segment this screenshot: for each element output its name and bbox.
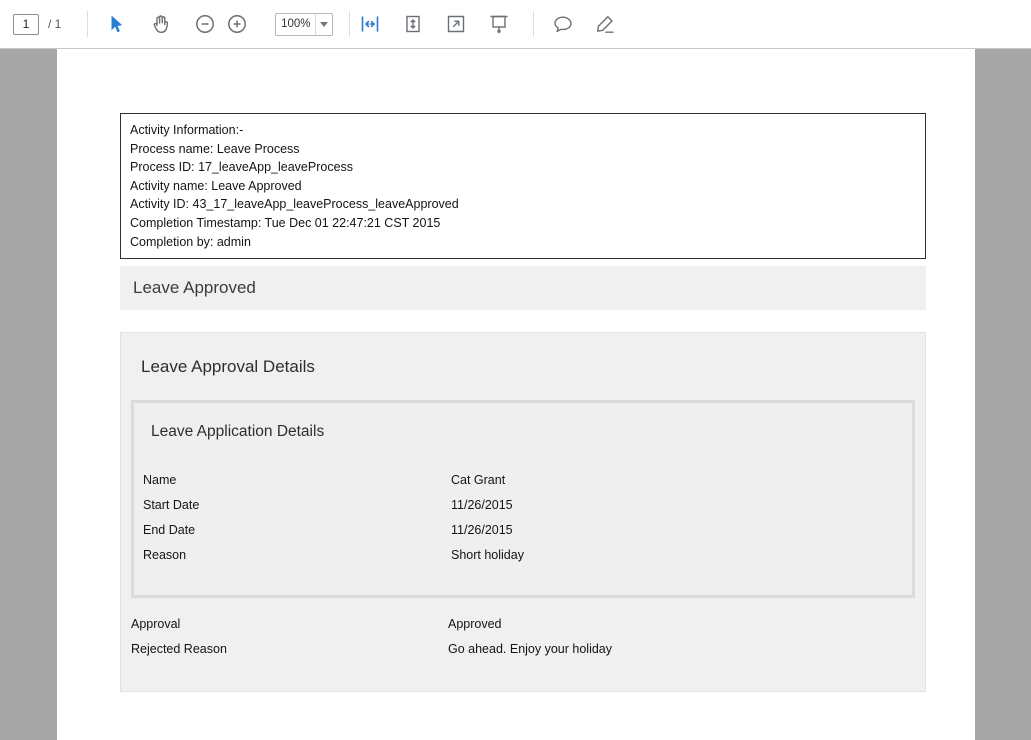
chevron-down-icon — [320, 22, 328, 27]
zoom-in-button[interactable] — [221, 8, 253, 40]
highlight-icon — [593, 12, 617, 36]
field-row: Approval Approved — [121, 611, 925, 636]
comment-icon — [551, 12, 575, 36]
field-label: Start Date — [143, 498, 451, 512]
fit-width-button[interactable] — [354, 8, 386, 40]
field-row: End Date 11/26/2015 — [134, 517, 912, 542]
viewer-toolbar: / 1 100% — [0, 0, 1031, 49]
approval-fields: Approval Approved Rejected Reason Go ahe… — [121, 611, 925, 661]
fit-height-icon — [401, 12, 425, 36]
leave-application-details-panel: Leave Application Details Name Cat Grant… — [131, 400, 915, 598]
section-heading: Leave Approved — [133, 278, 256, 298]
fit-width-icon — [358, 12, 382, 36]
field-label: Reason — [143, 548, 451, 562]
field-value: Short holiday — [451, 548, 524, 562]
field-label: End Date — [143, 523, 451, 537]
field-label: Name — [143, 473, 451, 487]
presentation-mode-icon — [487, 12, 511, 36]
presentation-mode-button[interactable] — [483, 8, 515, 40]
field-row: Start Date 11/26/2015 — [134, 492, 912, 517]
field-value: 11/26/2015 — [451, 523, 513, 537]
field-value: Cat Grant — [451, 473, 505, 487]
leave-approval-details-panel: Leave Approval Details Leave Application… — [120, 332, 926, 692]
activity-info-line: Completion Timestamp: Tue Dec 01 22:47:2… — [130, 214, 916, 233]
panel-title: Leave Approval Details — [121, 333, 925, 377]
field-row: Reason Short holiday — [134, 542, 912, 567]
toolbar-divider — [533, 11, 534, 37]
comment-button[interactable] — [547, 8, 579, 40]
zoom-level-select[interactable]: 100% — [275, 13, 333, 36]
actual-size-icon — [444, 12, 468, 36]
activity-info-line: Process ID: 17_leaveApp_leaveProcess — [130, 158, 916, 177]
toolbar-divider — [87, 11, 88, 37]
activity-info-line: Activity Information:- — [130, 121, 916, 140]
select-cursor-icon — [104, 12, 128, 36]
fit-height-button[interactable] — [397, 8, 429, 40]
select-cursor-button[interactable] — [100, 8, 132, 40]
zoom-in-icon — [225, 12, 249, 36]
section-heading-band: Leave Approved — [120, 266, 926, 310]
page-number-input[interactable] — [13, 14, 39, 35]
zoom-out-icon — [193, 12, 217, 36]
panel-title: Leave Application Details — [134, 403, 912, 441]
document-page[interactable]: Activity Information:- Process name: Lea… — [57, 49, 975, 740]
field-label: Approval — [131, 617, 448, 631]
hand-pan-button[interactable] — [145, 8, 177, 40]
activity-info-line: Activity ID: 43_17_leaveApp_leaveProcess… — [130, 195, 916, 214]
zoom-dropdown-caret[interactable] — [315, 14, 332, 35]
hand-pan-icon — [149, 12, 173, 36]
activity-information-box: Activity Information:- Process name: Lea… — [120, 113, 926, 259]
field-row: Name Cat Grant — [134, 467, 912, 492]
activity-info-line: Completion by: admin — [130, 233, 916, 252]
activity-info-line: Activity name: Leave Approved — [130, 177, 916, 196]
field-label: Rejected Reason — [131, 642, 448, 656]
field-value: Approved — [448, 617, 502, 631]
zoom-out-button[interactable] — [189, 8, 221, 40]
actual-size-button[interactable] — [440, 8, 472, 40]
highlight-button[interactable] — [589, 8, 621, 40]
field-value: Go ahead. Enjoy your holiday — [448, 642, 612, 656]
pdf-viewer-window: / 1 100% — [0, 0, 1031, 740]
toolbar-divider — [349, 11, 350, 37]
field-row: Rejected Reason Go ahead. Enjoy your hol… — [121, 636, 925, 661]
field-value: 11/26/2015 — [451, 498, 513, 512]
application-fields: Name Cat Grant Start Date 11/26/2015 End… — [134, 467, 912, 567]
page-total-label: / 1 — [48, 17, 61, 31]
activity-info-line: Process name: Leave Process — [130, 140, 916, 159]
zoom-level-value: 100% — [276, 14, 315, 35]
